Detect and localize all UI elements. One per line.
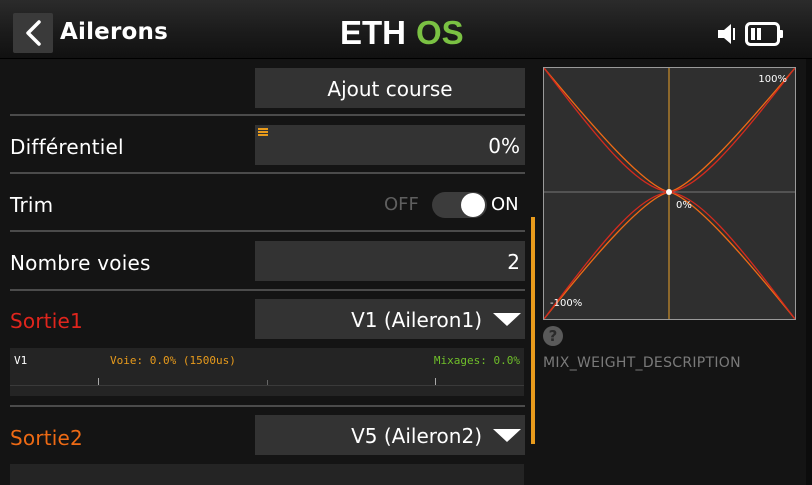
differential-field[interactable]: 0% [255, 125, 525, 165]
trim-on-text: ON [491, 194, 519, 215]
graph-bottom-label: -100% [550, 298, 583, 309]
scrollbar[interactable] [531, 217, 535, 444]
battery-icon [745, 22, 783, 46]
ethos-logo: ETH OS [340, 17, 464, 49]
trim-off-text: OFF [384, 194, 419, 215]
screen-edge [806, 59, 812, 485]
output1-label: Sortie1 [10, 309, 83, 333]
top-bar: Ailerons ETH OS [0, 0, 812, 59]
graph-top-label: 100% [758, 74, 787, 85]
speaker-icon[interactable] [716, 22, 740, 46]
toggle-knob [461, 193, 485, 217]
mix-weight-description: MIX_WEIGHT_DESCRIPTION [543, 355, 741, 371]
divider [10, 289, 525, 291]
differential-value: 0% [488, 134, 520, 158]
help-circle-icon[interactable]: ? [543, 326, 563, 346]
channels-field[interactable]: 2 [255, 241, 525, 281]
menu-icon [258, 128, 268, 137]
mix-curve-graph: 100% 0% -100% [543, 67, 796, 320]
output2-monitor [10, 464, 524, 485]
dropdown-arrow-icon [493, 313, 521, 326]
monitor-track [10, 385, 524, 386]
dropdown-arrow-icon [493, 429, 521, 442]
tick [435, 378, 436, 385]
divider [10, 405, 525, 407]
output1-monitor: V1 Voie: 0.0% (1500us) Mixages: 0.0% [10, 348, 524, 396]
divider [10, 172, 525, 174]
trim-toggle[interactable] [432, 192, 487, 218]
center-point [666, 189, 672, 195]
back-button[interactable] [13, 13, 53, 53]
mix-settings-panel: Ajout course Différentiel 0% Trim OFF ON… [0, 59, 534, 485]
divider [10, 114, 525, 116]
add-travel-button[interactable]: Ajout course [255, 68, 525, 108]
logo-text-os: OS [416, 17, 464, 49]
output1-select[interactable]: V1 (Aileron1) [255, 299, 525, 339]
divider [10, 230, 525, 232]
output2-select[interactable]: V5 (Aileron2) [255, 415, 525, 455]
output1-value: V1 (Aileron1) [351, 308, 482, 332]
curve-plot [543, 67, 796, 320]
output2-label: Sortie2 [10, 426, 83, 450]
differential-label: Différentiel [10, 135, 124, 159]
output2-value: V5 (Aileron2) [351, 424, 482, 448]
tick [98, 378, 99, 385]
graph-center-label: 0% [676, 200, 692, 211]
chevron-left-icon [26, 20, 41, 46]
channels-value: 2 [507, 250, 520, 274]
trim-label: Trim [10, 193, 54, 217]
monitor-channel-name: V1 [14, 354, 28, 367]
monitor-channel-text: Voie: 0.0% (1500us) [110, 354, 236, 367]
monitor-mix-text: Mixages: 0.0% [433, 354, 520, 367]
channels-label: Nombre voies [10, 251, 151, 275]
add-travel-label: Ajout course [327, 77, 453, 101]
logo-text-eth: ETH [340, 17, 406, 49]
page-title: Ailerons [60, 19, 168, 45]
